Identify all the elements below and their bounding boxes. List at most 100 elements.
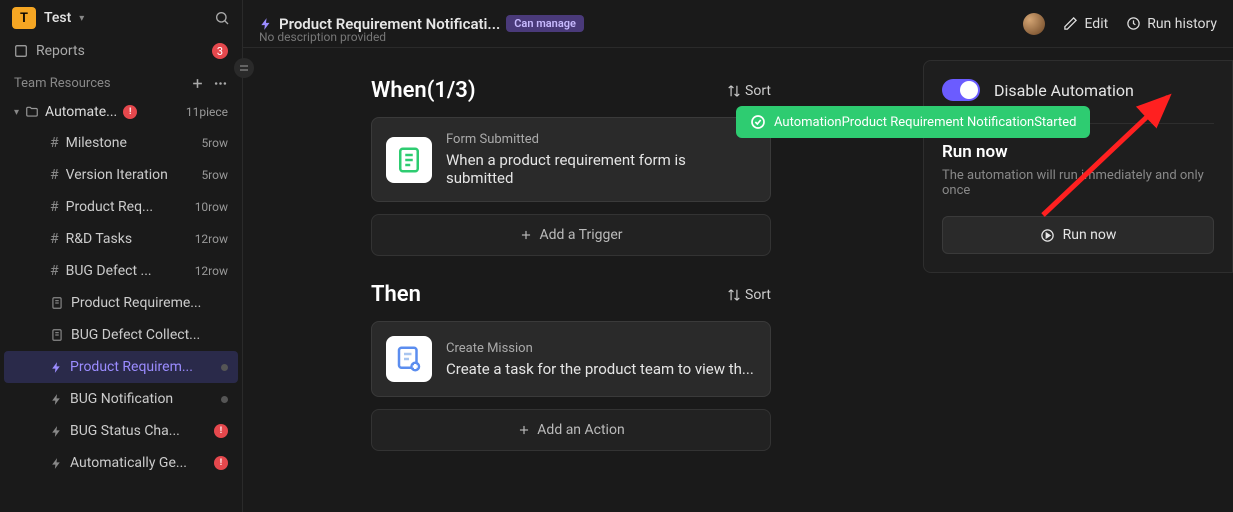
sidebar-collapse-handle[interactable] [234, 58, 254, 78]
nav-reports[interactable]: Reports 3 [0, 36, 242, 66]
sidebar-item[interactable]: BUG Notification [4, 383, 238, 415]
alert-badge-icon: ! [214, 456, 228, 470]
folder-meta: 11piece [186, 105, 228, 119]
folder-icon [25, 105, 39, 119]
success-toast: AutomationProduct Requirement Notificati… [736, 106, 1090, 138]
folder-label: Automate... [45, 104, 117, 120]
item-label: BUG Status Cha... [70, 423, 207, 439]
toast-text: AutomationProduct Requirement Notificati… [774, 115, 1076, 130]
add-action-label: Add an Action [537, 422, 624, 438]
action-card-title: Create Mission [446, 341, 754, 356]
workspace-switcher[interactable]: T Test ▾ [0, 0, 242, 36]
item-label: BUG Notification [70, 391, 214, 407]
more-icon[interactable] [213, 76, 228, 91]
when-sort-button[interactable]: Sort [727, 83, 771, 99]
run-now-subtitle: The automation will run immediately and … [942, 168, 1214, 198]
check-circle-icon [750, 114, 766, 130]
item-meta: 5row [201, 168, 228, 182]
sidebar-item[interactable]: #BUG Defect ...12row [4, 255, 238, 287]
sort-icon [727, 84, 741, 98]
plus-icon [517, 423, 531, 437]
sidebar-item[interactable]: BUG Status Cha...! [4, 415, 238, 447]
bolt-icon [259, 17, 273, 31]
item-meta: 5row [201, 136, 228, 150]
history-icon [1126, 16, 1141, 31]
permission-badge: Can manage [506, 15, 584, 32]
sidebar-item[interactable]: Product Requireme... [4, 287, 238, 319]
play-circle-icon [1040, 228, 1055, 243]
sidebar-item[interactable]: #R&D Tasks12row [4, 223, 238, 255]
edit-label: Edit [1084, 16, 1108, 32]
sidebar-section-header: Team Resources [0, 66, 242, 97]
when-header: When(1/3) Sort [371, 78, 771, 103]
item-meta: 10row [195, 200, 228, 214]
sidebar-item[interactable]: #Product Req...10row [4, 191, 238, 223]
workspace-badge: T [12, 7, 36, 29]
status-dot-icon [221, 396, 228, 403]
then-title: Then [371, 282, 421, 307]
add-trigger-label: Add a Trigger [539, 227, 622, 243]
sort-label: Sort [745, 83, 771, 99]
chevron-down-icon: ▾ [79, 13, 84, 24]
trigger-card-title: Form Submitted [446, 132, 756, 147]
add-resource-icon[interactable] [190, 76, 205, 91]
automation-panel: Disable Automation Run now The automatio… [923, 60, 1233, 273]
sidebar: T Test ▾ Reports 3 Team Resources ▾ Auto… [0, 0, 243, 512]
task-icon [386, 336, 432, 382]
nav-reports-label: Reports [36, 43, 85, 59]
item-label: Product Requirem... [70, 359, 214, 375]
toggle-label: Disable Automation [994, 81, 1134, 100]
item-meta: 12row [195, 232, 228, 246]
when-title: When(1/3) [371, 78, 476, 103]
item-label: Version Iteration [66, 167, 195, 183]
pencil-icon [1063, 16, 1078, 31]
sidebar-item[interactable]: BUG Defect Collect... [4, 319, 238, 351]
run-now-label: Run now [1063, 227, 1117, 243]
main: Product Requirement Notificati... Can ma… [243, 0, 1233, 512]
sidebar-item[interactable]: Automatically Ge...! [4, 447, 238, 479]
alert-badge-icon: ! [123, 105, 137, 119]
sort-label: Sort [745, 287, 771, 303]
item-label: Automatically Ge... [70, 455, 207, 471]
sidebar-item[interactable]: #Version Iteration5row [4, 159, 238, 191]
item-meta: 12row [195, 264, 228, 278]
sidebar-item[interactable]: #Milestone5row [4, 127, 238, 159]
plus-icon [519, 228, 533, 242]
run-history-label: Run history [1147, 16, 1217, 32]
item-label: BUG Defect ... [66, 263, 188, 279]
form-icon [386, 137, 432, 183]
trigger-card-desc: When a product requirement form is submi… [446, 151, 756, 187]
sidebar-folder[interactable]: ▾ Automate... ! 11piece [0, 97, 242, 127]
sidebar-item[interactable]: Product Requirem... [4, 351, 238, 383]
section-label: Team Resources [14, 76, 111, 91]
trigger-card[interactable]: Form Submitted When a product requiremen… [371, 117, 771, 202]
avatar[interactable] [1023, 13, 1045, 35]
reports-badge: 3 [212, 43, 228, 59]
run-now-title: Run now [942, 142, 1214, 162]
topbar: Product Requirement Notificati... Can ma… [243, 0, 1233, 48]
sort-icon [727, 288, 741, 302]
run-now-button[interactable]: Run now [942, 216, 1214, 254]
action-card[interactable]: Create Mission Create a task for the pro… [371, 321, 771, 397]
add-trigger-button[interactable]: Add a Trigger [371, 214, 771, 256]
workspace-name: Test [44, 10, 71, 26]
flow-column: When(1/3) Sort Form Submitted When a pro… [371, 78, 771, 512]
then-header: Then Sort [371, 282, 771, 307]
page-subtitle: No description provided [259, 30, 386, 44]
add-action-button[interactable]: Add an Action [371, 409, 771, 451]
item-label: Product Req... [66, 199, 188, 215]
item-label: BUG Defect Collect... [71, 327, 228, 343]
run-history-button[interactable]: Run history [1126, 16, 1217, 32]
item-label: Milestone [66, 135, 195, 151]
search-icon[interactable] [214, 10, 230, 26]
action-card-desc: Create a task for the product team to vi… [446, 360, 754, 378]
item-label: Product Requireme... [71, 295, 228, 311]
disable-automation-toggle[interactable] [942, 79, 980, 101]
alert-badge-icon: ! [214, 424, 228, 438]
then-sort-button[interactable]: Sort [727, 287, 771, 303]
item-label: R&D Tasks [66, 231, 188, 247]
chevron-down-icon: ▾ [14, 107, 19, 118]
edit-button[interactable]: Edit [1063, 16, 1108, 32]
sidebar-tree: #Milestone5row#Version Iteration5row#Pro… [0, 127, 242, 479]
status-dot-icon [221, 364, 228, 371]
